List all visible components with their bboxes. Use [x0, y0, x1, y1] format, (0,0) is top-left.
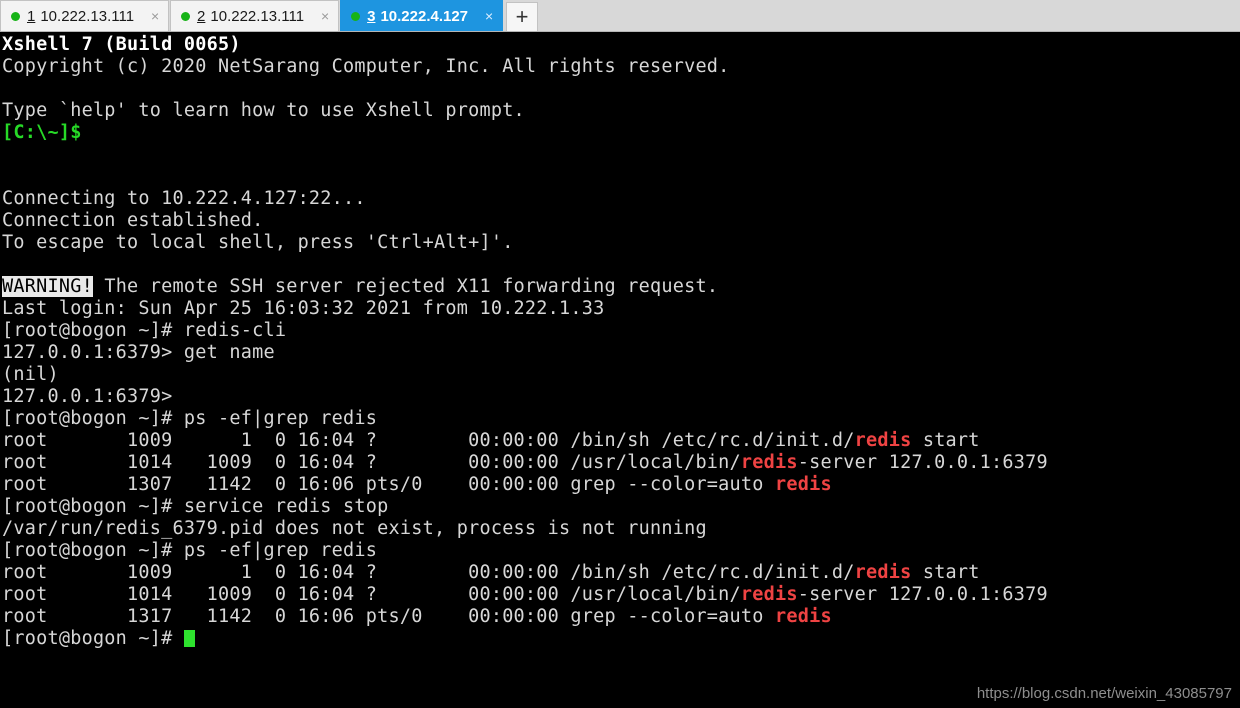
- tab-number: 3: [367, 7, 376, 25]
- terminal-line: 127.0.0.1:6379>: [2, 386, 173, 407]
- grep-match: redis: [854, 430, 912, 451]
- terminal-line: root 1317 1142 0 16:06 pts/0 00:00:00 gr…: [2, 606, 832, 627]
- terminal-line: Xshell 7 (Build 0065): [2, 34, 1240, 56]
- tab-1[interactable]: 1 10.222.13.111 ×: [0, 0, 170, 31]
- terminal-line: [root@bogon ~]# redis-cli: [2, 320, 287, 341]
- grep-match: redis: [775, 474, 832, 495]
- terminal-line: [root@bogon ~]# ps -ef|grep redis: [2, 408, 378, 429]
- tab-2[interactable]: 2 10.222.13.111 ×: [170, 0, 340, 31]
- tab-number: 1: [27, 7, 36, 25]
- terminal-line: Last login: Sun Apr 25 16:03:32 2021 fro…: [2, 298, 605, 319]
- grep-match: redis: [740, 452, 798, 473]
- terminal-line: /var/run/redis_6379.pid does not exist, …: [2, 518, 707, 539]
- warning-badge: WARNING!: [2, 276, 93, 297]
- terminal-line: Connection established.: [2, 210, 264, 231]
- terminal-line: root 1009 1 0 16:04 ? 00:00:00 /bin/sh /…: [2, 430, 980, 451]
- text-cursor: [183, 630, 195, 647]
- close-icon[interactable]: ×: [318, 9, 332, 23]
- terminal-line: [root@bogon ~]#: [2, 628, 1240, 650]
- tab-label: 10.222.4.127: [380, 7, 469, 25]
- terminal-line: root 1014 1009 0 16:04 ? 00:00:00 /usr/l…: [2, 452, 1048, 473]
- terminal-line: Copyright (c) 2020 NetSarang Computer, I…: [2, 56, 730, 77]
- close-icon[interactable]: ×: [148, 9, 162, 23]
- tab-number: 2: [197, 7, 206, 25]
- terminal-line: [C:\~]$: [2, 122, 1240, 144]
- close-icon[interactable]: ×: [482, 9, 496, 23]
- terminal-line: To escape to local shell, press 'Ctrl+Al…: [2, 232, 514, 253]
- green-dot-icon: [11, 11, 20, 21]
- tab-label: 10.222.13.111: [40, 7, 135, 25]
- shell-prompt: [C:\~]$: [2, 122, 82, 143]
- new-tab-button[interactable]: +: [506, 2, 539, 31]
- tab-bar: 1 10.222.13.111 × 2 10.222.13.111 × 3 10.222.4.…: [0, 0, 1240, 32]
- tab-3[interactable]: 3 10.222.4.127 ×: [340, 0, 504, 31]
- terminal-line: root 1014 1009 0 16:04 ? 00:00:00 /usr/l…: [2, 584, 1048, 605]
- terminal-line: root 1009 1 0 16:04 ? 00:00:00 /bin/sh /…: [2, 562, 980, 583]
- terminal-line: Connecting to 10.222.4.127:22...: [2, 188, 366, 209]
- terminal-line: (nil): [2, 364, 59, 385]
- terminal-lines: Xshell 7 (Build 0065) Copyright (c) 2020 …: [2, 34, 1240, 650]
- app-title-line: Xshell 7 (Build 0065): [2, 34, 241, 55]
- tab-bar-filler: [538, 0, 1240, 31]
- terminal-line: [root@bogon ~]# ps -ef|grep redis: [2, 540, 378, 561]
- terminal-line: [root@bogon ~]# service redis stop: [2, 496, 389, 517]
- terminal-line: 127.0.0.1:6379> get name: [2, 342, 275, 363]
- terminal-line: root 1307 1142 0 16:06 pts/0 00:00:00 gr…: [2, 474, 832, 495]
- terminal-output-area[interactable]: Xshell 7 (Build 0065) Copyright (c) 2020 …: [0, 32, 1240, 708]
- grep-match: redis: [775, 606, 832, 627]
- watermark-text: https://blog.csdn.net/weixin_43085797: [976, 685, 1232, 702]
- grep-match: redis: [854, 562, 912, 583]
- tab-label: 10.222.13.111: [210, 7, 305, 25]
- green-dot-icon: [351, 11, 361, 21]
- terminal-line: Type `help' to learn how to use Xshell p…: [2, 100, 525, 121]
- terminal-line: WARNING! The remote SSH server rejected …: [2, 276, 719, 297]
- green-dot-icon: [181, 11, 191, 21]
- grep-match: redis: [740, 584, 798, 605]
